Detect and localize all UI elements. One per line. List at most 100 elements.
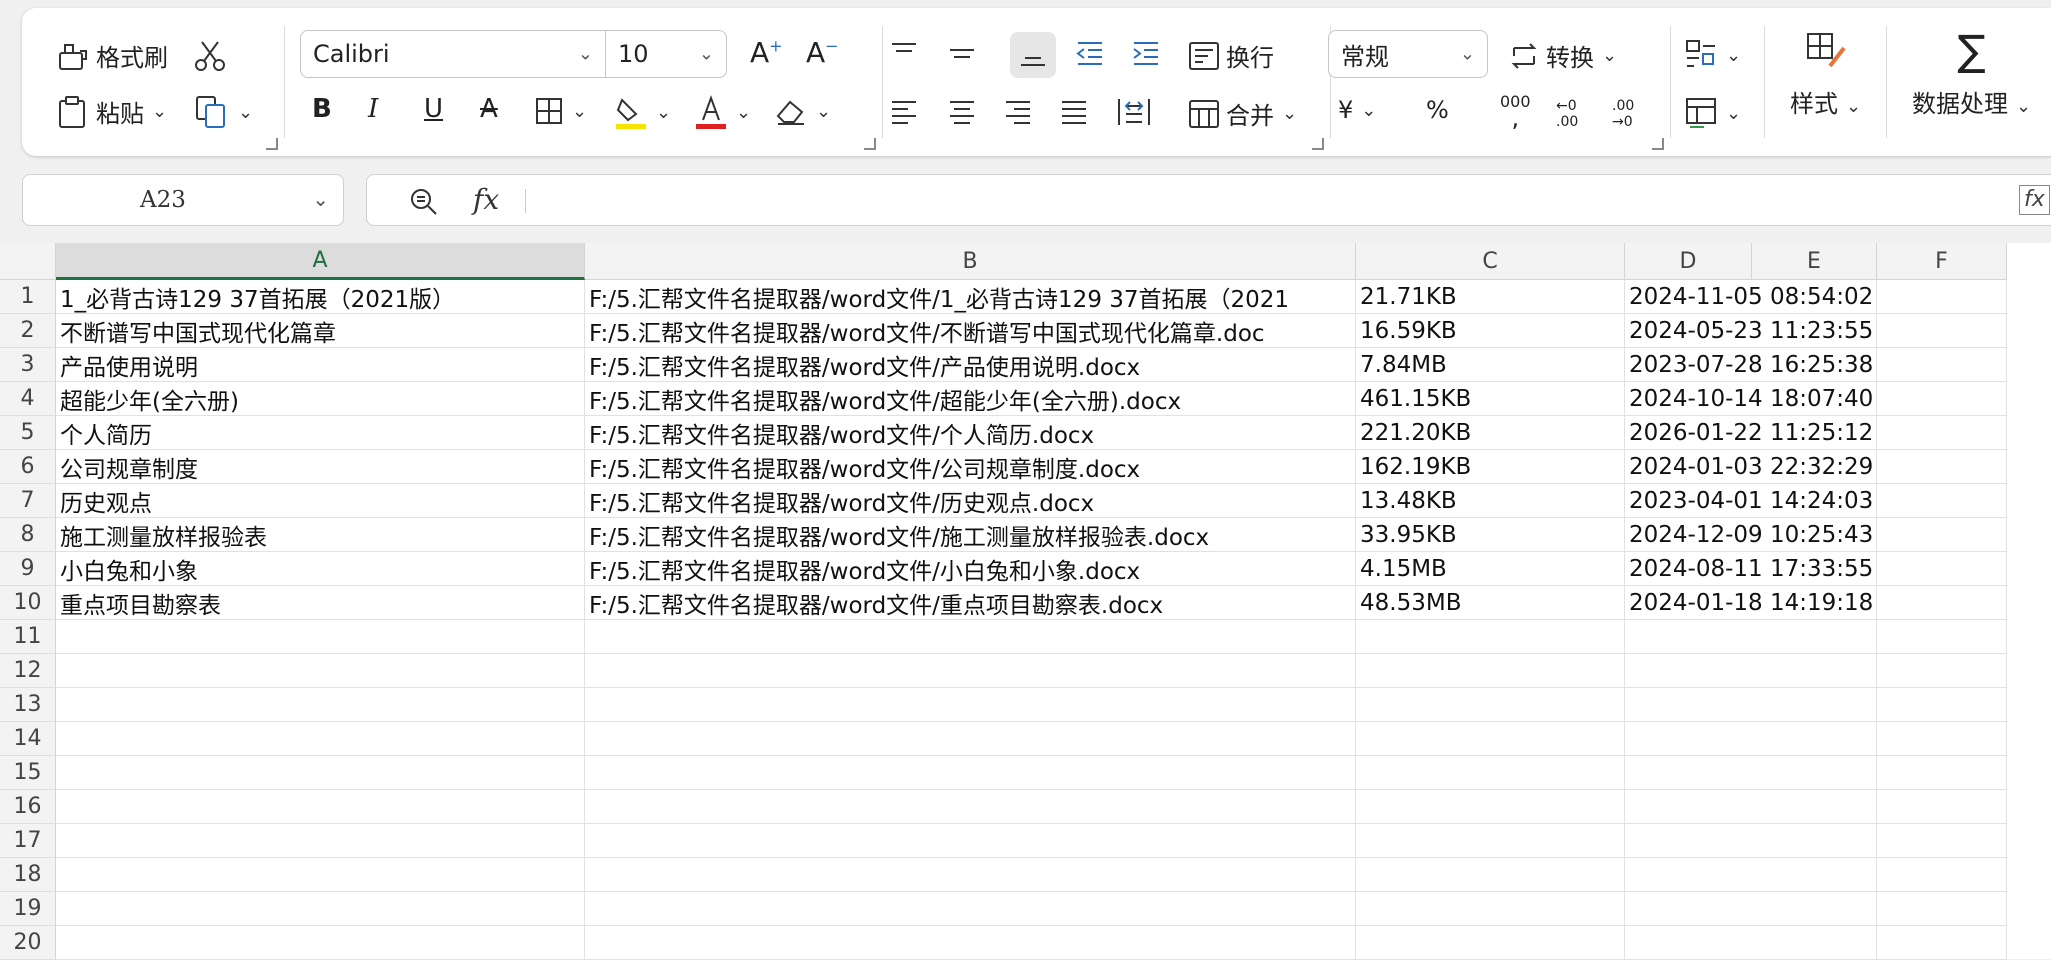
cell-d13[interactable] [1625, 688, 1877, 722]
cell-c14[interactable] [1356, 722, 1625, 756]
cell-b5[interactable]: F:/5.汇帮文件名提取器/word文件/个人简历.docx [585, 416, 1356, 450]
font-launcher-icon[interactable] [864, 138, 876, 150]
number-launcher-icon[interactable] [1652, 138, 1664, 150]
fx-icon[interactable]: fx [473, 183, 499, 216]
cell-a17[interactable] [56, 824, 585, 858]
increase-font-button[interactable]: A+ [750, 36, 783, 69]
cell-c18[interactable] [1356, 858, 1625, 892]
cell-d11[interactable] [1625, 620, 1877, 654]
cell-d8[interactable]: 2024-12-09 10:25:43 [1625, 518, 1877, 552]
cell-c19[interactable] [1356, 892, 1625, 926]
cell-f17[interactable] [1877, 824, 2007, 858]
clear-format-button[interactable]: ⌄ [774, 96, 831, 126]
convert-button[interactable]: 转换 ⌄ [1508, 38, 1617, 73]
cell-b14[interactable] [585, 722, 1356, 756]
row-header[interactable]: 15 [0, 756, 56, 790]
row-header[interactable]: 7 [0, 484, 56, 518]
cell-c10[interactable]: 48.53MB [1356, 586, 1625, 620]
select-all-corner[interactable] [0, 243, 56, 280]
cell-f11[interactable] [1877, 620, 2007, 654]
bold-button[interactable]: B [312, 94, 332, 124]
cell-d10[interactable]: 2024-01-18 14:19:18 [1625, 586, 1877, 620]
cell-b15[interactable] [585, 756, 1356, 790]
cell-b1[interactable]: F:/5.汇帮文件名提取器/word文件/1_必背古诗129 37首拓展（202… [585, 280, 1356, 314]
cell-a1[interactable]: 1_必背古诗129 37首拓展（2021版） [56, 280, 585, 314]
row-header[interactable]: 16 [0, 790, 56, 824]
row-header[interactable]: 1 [0, 280, 56, 314]
cell-a3[interactable]: 产品使用说明 [56, 348, 585, 382]
wrap-text-button[interactable]: 换行 [1188, 38, 1274, 73]
cell-d17[interactable] [1625, 824, 1877, 858]
align-right-button[interactable] [1002, 98, 1034, 126]
cell-a12[interactable] [56, 654, 585, 688]
cell-b17[interactable] [585, 824, 1356, 858]
cell-a6[interactable]: 公司规章制度 [56, 450, 585, 484]
cell-a10[interactable]: 重点项目勘察表 [56, 586, 585, 620]
cell-a19[interactable] [56, 892, 585, 926]
row-header[interactable]: 19 [0, 892, 56, 926]
font-size-select[interactable]: 10 ⌄ [605, 30, 727, 78]
row-header[interactable]: 10 [0, 586, 56, 620]
cell-a4[interactable]: 超能少年(全六册) [56, 382, 585, 416]
cell-c15[interactable] [1356, 756, 1625, 790]
cell-f4[interactable] [1877, 382, 2007, 416]
increase-indent-button[interactable] [1130, 38, 1162, 68]
thousands-button[interactable]: 000 , [1500, 94, 1531, 131]
cell-c8[interactable]: 33.95KB [1356, 518, 1625, 552]
zoom-formula-icon[interactable] [409, 187, 439, 217]
cell-a14[interactable] [56, 722, 585, 756]
cell-f2[interactable] [1877, 314, 2007, 348]
cell-b11[interactable] [585, 620, 1356, 654]
table-format-button[interactable]: ⌄ [1684, 96, 1741, 130]
cell-c6[interactable]: 162.19KB [1356, 450, 1625, 484]
cell-b2[interactable]: F:/5.汇帮文件名提取器/word文件/不断谱写中国式现代化篇章.doc [585, 314, 1356, 348]
cell-b8[interactable]: F:/5.汇帮文件名提取器/word文件/施工测量放样报验表.docx [585, 518, 1356, 552]
align-top-button[interactable] [888, 38, 920, 68]
row-header[interactable]: 8 [0, 518, 56, 552]
fill-color-button[interactable]: ⌄ [614, 94, 671, 130]
cell-c12[interactable] [1356, 654, 1625, 688]
cell-f8[interactable] [1877, 518, 2007, 552]
row-header[interactable]: 13 [0, 688, 56, 722]
row-header[interactable]: 2 [0, 314, 56, 348]
currency-button[interactable]: ¥ ⌄ [1338, 96, 1376, 124]
cell-f6[interactable] [1877, 450, 2007, 484]
row-header[interactable]: 11 [0, 620, 56, 654]
cell-d20[interactable] [1625, 926, 1877, 960]
cell-d7[interactable]: 2023-04-01 14:24:03 [1625, 484, 1877, 518]
cell-f10[interactable] [1877, 586, 2007, 620]
cell-f12[interactable] [1877, 654, 2007, 688]
italic-button[interactable]: I [368, 94, 378, 124]
column-header-d[interactable]: D [1625, 243, 1752, 280]
cell-d19[interactable] [1625, 892, 1877, 926]
cell-d4[interactable]: 2024-10-14 18:07:40 [1625, 382, 1877, 416]
format-painter-button[interactable]: 格式刷 [56, 38, 168, 73]
row-header[interactable]: 12 [0, 654, 56, 688]
number-format-select[interactable]: 常规 ⌄ [1328, 30, 1488, 78]
cell-f20[interactable] [1877, 926, 2007, 960]
cell-f9[interactable] [1877, 552, 2007, 586]
cell-d3[interactable]: 2023-07-28 16:25:38 [1625, 348, 1877, 382]
column-header-f[interactable]: F [1877, 243, 2007, 280]
cell-f16[interactable] [1877, 790, 2007, 824]
column-header-a[interactable]: A [56, 243, 585, 280]
cell-b20[interactable] [585, 926, 1356, 960]
align-middle-button[interactable] [946, 38, 978, 68]
chevron-down-icon[interactable]: ⌄ [312, 187, 329, 211]
cell-b18[interactable] [585, 858, 1356, 892]
cell-b13[interactable] [585, 688, 1356, 722]
cell-a20[interactable] [56, 926, 585, 960]
cell-d5[interactable]: 2026-01-22 11:25:12 [1625, 416, 1877, 450]
column-header-e[interactable]: E [1752, 243, 1877, 280]
cell-f1[interactable] [1877, 280, 2007, 314]
cell-b16[interactable] [585, 790, 1356, 824]
underline-button[interactable]: U [424, 94, 443, 124]
row-header[interactable]: 20 [0, 926, 56, 960]
cell-c2[interactable]: 16.59KB [1356, 314, 1625, 348]
cell-b12[interactable] [585, 654, 1356, 688]
cell-c7[interactable]: 13.48KB [1356, 484, 1625, 518]
font-color-button[interactable]: ⌄ [694, 94, 751, 130]
align-bottom-button[interactable] [1010, 32, 1056, 78]
cell-c1[interactable]: 21.71KB [1356, 280, 1625, 314]
cell-c5[interactable]: 221.20KB [1356, 416, 1625, 450]
